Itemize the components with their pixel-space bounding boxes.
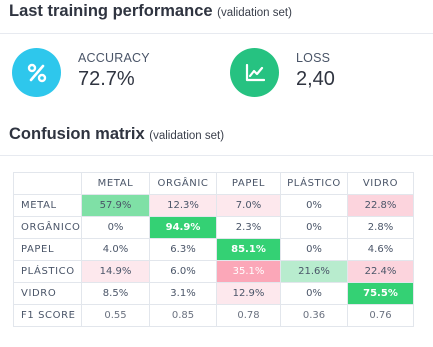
matrix-row: ORGÂNICO 0% 94.9% 2.3% 0% 2.8% bbox=[13, 216, 414, 239]
matrix-cell: 35.1% bbox=[216, 260, 281, 283]
column-header: METAL bbox=[81, 172, 150, 195]
row-header: PLÁSTICO bbox=[13, 260, 82, 283]
matrix-cell: 12.3% bbox=[149, 194, 217, 217]
chart-trend-icon bbox=[230, 48, 279, 97]
matrix-divider bbox=[0, 155, 433, 156]
performance-subtitle: (validation set) bbox=[217, 7, 292, 19]
f1-score-cell: 0.76 bbox=[347, 304, 414, 327]
f1-score-cell: 0.55 bbox=[81, 304, 150, 327]
f1-score-cell: 0.36 bbox=[280, 304, 348, 327]
matrix-cell: 22.8% bbox=[347, 194, 414, 217]
column-header: VIDRO bbox=[347, 172, 414, 195]
matrix-cell: 0% bbox=[81, 216, 150, 239]
matrix-cell: 6.0% bbox=[149, 260, 217, 283]
accuracy-label: ACCURACY bbox=[78, 51, 150, 65]
performance-title-text: Last training performance bbox=[9, 2, 213, 20]
matrix-cell: 75.5% bbox=[347, 282, 414, 305]
matrix-cell: 0% bbox=[280, 238, 348, 261]
column-header: PLÁSTICO bbox=[280, 172, 348, 195]
matrix-cell: 22.4% bbox=[347, 260, 414, 283]
matrix-cell: 3.1% bbox=[149, 282, 217, 305]
row-header: F1 SCORE bbox=[13, 304, 82, 327]
percent-icon bbox=[12, 48, 61, 97]
top-divider bbox=[0, 33, 433, 34]
matrix-cell: 57.9% bbox=[81, 194, 150, 217]
column-header: PAPEL bbox=[216, 172, 281, 195]
row-header: VIDRO bbox=[13, 282, 82, 305]
matrix-cell: 4.0% bbox=[81, 238, 150, 261]
row-header: PAPEL bbox=[13, 238, 82, 261]
matrix-title: Confusion matrix (validation set) bbox=[9, 125, 224, 144]
matrix-cell: 0% bbox=[280, 216, 348, 239]
matrix-title-text: Confusion matrix bbox=[9, 125, 145, 143]
matrix-cell: 12.9% bbox=[216, 282, 281, 305]
f1-score-row: F1 SCORE 0.55 0.85 0.78 0.36 0.76 bbox=[13, 304, 414, 327]
f1-score-cell: 0.85 bbox=[149, 304, 217, 327]
matrix-row: VIDRO 8.5% 3.1% 12.9% 0% 75.5% bbox=[13, 282, 414, 305]
matrix-cell: 4.6% bbox=[347, 238, 414, 261]
matrix-cell: 21.6% bbox=[280, 260, 348, 283]
column-header: ORGÂNIC bbox=[149, 172, 217, 195]
matrix-corner bbox=[13, 172, 82, 195]
matrix-cell: 2.3% bbox=[216, 216, 281, 239]
matrix-header-row: METAL ORGÂNIC PAPEL PLÁSTICO VIDRO bbox=[13, 172, 414, 195]
accuracy-metric: ACCURACY 72.7% bbox=[12, 48, 192, 98]
matrix-cell: 94.9% bbox=[149, 216, 217, 239]
performance-title: Last training performance (validation se… bbox=[9, 2, 292, 21]
matrix-cell: 6.3% bbox=[149, 238, 217, 261]
row-header: METAL bbox=[13, 194, 82, 217]
matrix-cell: 85.1% bbox=[216, 238, 281, 261]
loss-metric: LOSS 2,40 bbox=[230, 48, 410, 98]
matrix-cell: 8.5% bbox=[81, 282, 150, 305]
row-header: ORGÂNICO bbox=[13, 216, 82, 239]
matrix-subtitle: (validation set) bbox=[149, 130, 225, 142]
matrix-row: METAL 57.9% 12.3% 7.0% 0% 22.8% bbox=[13, 194, 414, 217]
loss-value: 2,40 bbox=[296, 68, 335, 90]
f1-score-cell: 0.78 bbox=[216, 304, 281, 327]
matrix-cell: 14.9% bbox=[81, 260, 150, 283]
loss-label: LOSS bbox=[296, 51, 331, 65]
confusion-matrix: METAL ORGÂNIC PAPEL PLÁSTICO VIDRO METAL… bbox=[13, 172, 414, 327]
matrix-cell: 2.8% bbox=[347, 216, 414, 239]
accuracy-value: 72.7% bbox=[78, 68, 135, 90]
matrix-row: PLÁSTICO 14.9% 6.0% 35.1% 21.6% 22.4% bbox=[13, 260, 414, 283]
matrix-cell: 0% bbox=[280, 194, 348, 217]
matrix-cell: 0% bbox=[280, 282, 348, 305]
matrix-cell: 7.0% bbox=[216, 194, 281, 217]
matrix-row: PAPEL 4.0% 6.3% 85.1% 0% 4.6% bbox=[13, 238, 414, 261]
